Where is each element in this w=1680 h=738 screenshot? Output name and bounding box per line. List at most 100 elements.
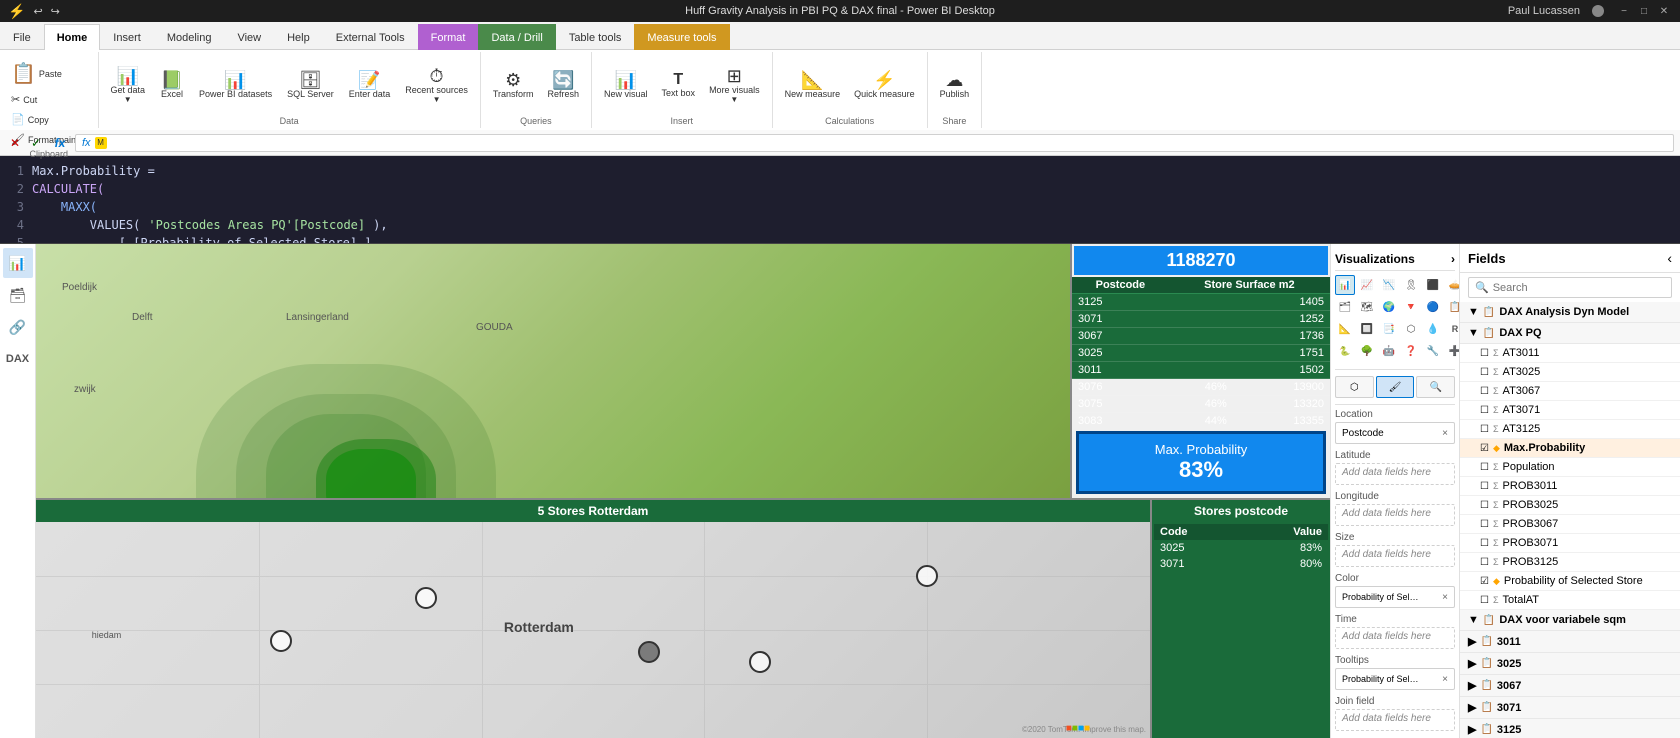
viz-icon-line[interactable]: 📈 [1357,275,1377,295]
recent-sources-btn[interactable]: ⏱Recent sources▼ [399,63,474,108]
field-checkbox-probselected[interactable]: ☑ [1480,576,1489,587]
store3011-header[interactable]: ▶ 📋 3011 [1460,631,1680,653]
formula-input[interactable]: fx M [75,134,1674,152]
viz-icon-slicer[interactable]: 🔲 [1357,319,1377,339]
dax-analysis-header[interactable]: ▼ 📋 DAX Analysis Dyn Model [1460,302,1680,323]
field-checkbox-prob3067[interactable]: ☐ [1480,519,1489,530]
viz-format-btn[interactable]: 🖌 [1376,376,1415,398]
viz-icon-r[interactable]: R [1445,319,1460,339]
excel-btn[interactable]: 📗Excel [154,67,190,103]
viz-icon-bar[interactable]: 📊 [1335,275,1355,295]
field-at3011[interactable]: ☐ Σ AT3011 [1460,344,1680,363]
longitude-add[interactable]: Add data fields here [1335,504,1455,526]
code-editor[interactable]: 1 Max.Probability = 2 CALCULATE( 3 MAXX(… [0,156,1680,244]
viz-icon-kpi[interactable]: 📐 [1335,319,1355,339]
field-at3067[interactable]: ☐ Σ AT3067 [1460,382,1680,401]
tooltips-field[interactable]: Probability of Selected S… × [1335,668,1455,690]
enter-data-btn[interactable]: 📝Enter data [343,67,397,103]
field-at3071[interactable]: ☐ Σ AT3071 [1460,401,1680,420]
viz-icon-waterfall[interactable]: 💧 [1423,319,1443,339]
field-population[interactable]: ☐ Σ Population [1460,458,1680,477]
field-checkbox-prob3071[interactable]: ☐ [1480,538,1489,549]
field-checkbox-prob3025[interactable]: ☐ [1480,500,1489,511]
dax-variabele-header[interactable]: ▼ 📋 DAX voor variabele sqm [1460,610,1680,631]
new-visual-btn[interactable]: 📊New visual [598,67,654,103]
field-checkbox-prob3011[interactable]: ☐ [1480,481,1489,492]
viz-icon-funnel[interactable]: 🔻 [1401,297,1421,317]
viz-icon-ribbon[interactable]: 🎗 [1401,275,1421,295]
viz-icon-gauge[interactable]: 🔵 [1423,297,1443,317]
viz-expand-btn[interactable]: › [1451,252,1455,266]
publish-btn[interactable]: ☁Publish [934,67,976,103]
viz-icon-custom2[interactable]: ➕ [1445,341,1460,361]
tab-file[interactable]: File [0,24,44,50]
tab-view[interactable]: View [224,24,274,50]
store-circle-2[interactable] [415,587,437,609]
store-circle-5[interactable] [916,565,938,587]
tab-external-tools[interactable]: External Tools [323,24,418,50]
viz-icon-qna[interactable]: ❓ [1401,341,1421,361]
tooltips-x[interactable]: × [1442,674,1448,685]
viz-icon-card[interactable]: 📋 [1445,297,1460,317]
refresh-btn[interactable]: 🔄Refresh [542,67,586,103]
field-checkbox-at3125[interactable]: ☐ [1480,424,1489,435]
field-checkbox-prob3125[interactable]: ☐ [1480,557,1489,568]
rotterdam-map[interactable]: Rotterdam hiedam ©2020 TomTom. Improve t… [36,522,1150,738]
minimize-btn[interactable]: − [1616,3,1632,19]
color-field[interactable]: Probability of Selected S… × [1335,586,1455,608]
new-measure-btn[interactable]: 📐New measure [779,67,847,103]
more-visuals-btn[interactable]: ⊞More visuals▼ [703,63,766,108]
field-checkbox-maxprob[interactable]: ☑ [1480,443,1489,454]
tab-modeling[interactable]: Modeling [154,24,225,50]
quick-measure-btn[interactable]: ⚡Quick measure [848,67,921,103]
quick-access-undo[interactable]: ↩ [33,5,42,18]
formula-fx-btn[interactable]: fx [51,134,69,152]
viz-icon-filled-map[interactable]: 🌍 [1379,297,1399,317]
sidebar-report-icon[interactable]: 📊 [3,248,33,278]
viz-icon-treemap[interactable]: 🗂 [1335,297,1355,317]
tab-data-drill[interactable]: Data / Drill [478,24,555,50]
store-circle-1[interactable] [270,630,292,652]
postcode-field[interactable]: Postcode × [1335,422,1455,444]
field-checkbox-totalat[interactable]: ☐ [1480,595,1489,606]
close-btn[interactable]: ✕ [1656,3,1672,19]
text-box-btn[interactable]: TText box [656,68,702,102]
field-at3125[interactable]: ☐ Σ AT3125 [1460,420,1680,439]
viz-icon-python[interactable]: 🐍 [1335,341,1355,361]
maximize-btn[interactable]: □ [1636,3,1652,19]
viz-icon-table[interactable]: 📑 [1379,319,1399,339]
viz-icon-ai[interactable]: 🤖 [1379,341,1399,361]
store3025-header[interactable]: ▶ 📋 3025 [1460,653,1680,675]
field-maxprobability[interactable]: ☑ ◆ Max.Probability [1460,439,1680,458]
main-map[interactable]: Poeldijk Delft Lansingerland GOUDA zwijk… [36,244,1070,498]
tab-insert[interactable]: Insert [100,24,154,50]
field-prob3067[interactable]: ☐ Σ PROB3067 [1460,515,1680,534]
postcode-x[interactable]: × [1442,428,1448,439]
fields-search-input[interactable] [1493,282,1665,294]
copy-btn[interactable]: 📄 Copy [6,110,54,129]
field-at3025[interactable]: ☐ Σ AT3025 [1460,363,1680,382]
viz-icon-area[interactable]: 📉 [1379,275,1399,295]
tab-format[interactable]: Format [418,24,479,50]
viz-icon-scatter[interactable]: ⬛ [1423,275,1443,295]
cut-btn[interactable]: ✂ Cut [6,90,42,109]
store3067-header[interactable]: ▶ 📋 3067 [1460,675,1680,697]
field-checkbox-at3071[interactable]: ☐ [1480,405,1489,416]
store3125-header[interactable]: ▶ 📋 3125 [1460,719,1680,738]
get-data-btn[interactable]: 📊Get data▼ [105,63,152,108]
fields-collapse-btn[interactable]: ‹ [1667,250,1672,266]
size-add[interactable]: Add data fields here [1335,545,1455,567]
viz-icon-pie[interactable]: 🥧 [1445,275,1460,295]
viz-analytics-btn[interactable]: 🔍 [1416,376,1455,398]
dax-pq-header[interactable]: ▼ 📋 DAX PQ [1460,323,1680,344]
fields-search-box[interactable]: 🔍 [1468,277,1672,298]
viz-icon-matrix[interactable]: ⬡ [1401,319,1421,339]
viz-icon-map[interactable]: 🗺 [1357,297,1377,317]
join-add[interactable]: Add data fields here [1335,709,1455,731]
field-prob3071[interactable]: ☐ Σ PROB3071 [1460,534,1680,553]
sidebar-dax-icon[interactable]: DAX [3,344,33,374]
field-checkbox-at3025[interactable]: ☐ [1480,367,1489,378]
field-prob3125[interactable]: ☐ Σ PROB3125 [1460,553,1680,572]
field-checkbox-at3011[interactable]: ☐ [1480,348,1489,359]
field-checkbox-population[interactable]: ☐ [1480,462,1489,473]
